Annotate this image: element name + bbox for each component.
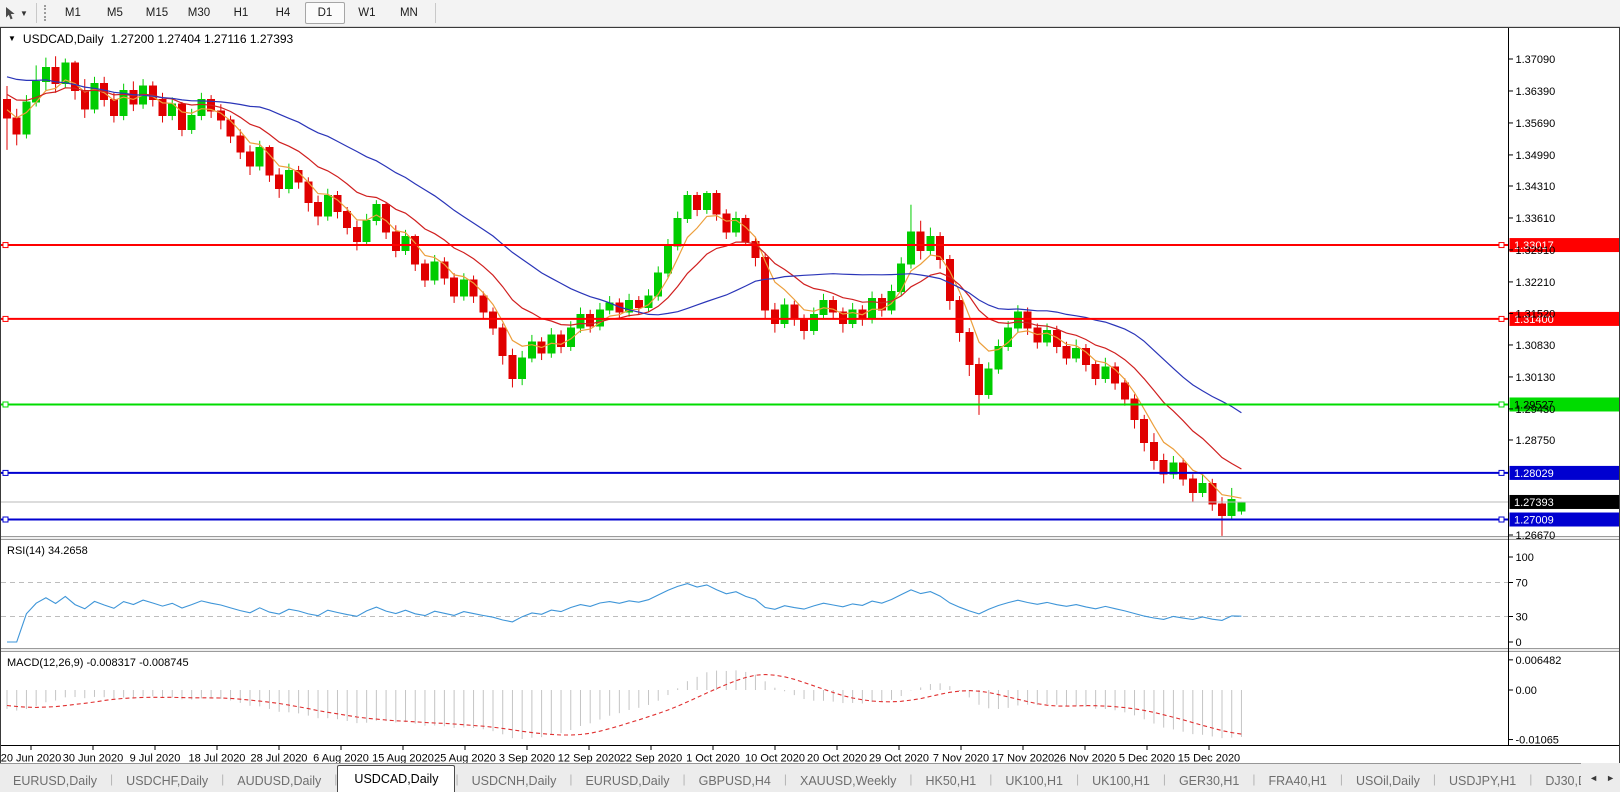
line-handle[interactable] <box>2 242 9 249</box>
horizontal-line-1.33017[interactable]: 1.33017 <box>1 238 1619 253</box>
svg-text:1.32910: 1.32910 <box>1516 245 1556 257</box>
chart-tab-hk50-8[interactable]: HK50,H1 <box>912 769 989 792</box>
horizontal-line-1.27009[interactable]: 1.27009 <box>1 512 1619 527</box>
cursor-tool-dropdown-icon[interactable]: ▼ <box>20 9 28 18</box>
line-handle[interactable] <box>1498 516 1505 523</box>
toolbar-separator <box>35 3 37 23</box>
svg-text:1.36390: 1.36390 <box>1516 86 1556 98</box>
candles-layer <box>3 56 1246 536</box>
rsi-line <box>7 583 1242 643</box>
svg-text:1.28029: 1.28029 <box>1514 468 1554 480</box>
svg-text:70: 70 <box>1516 578 1528 590</box>
line-handle[interactable] <box>2 469 9 476</box>
svg-text:30: 30 <box>1516 612 1528 624</box>
line-handle[interactable] <box>1498 315 1505 322</box>
timeframe-button-m5[interactable]: M5 <box>95 2 135 24</box>
svg-text:1.34310: 1.34310 <box>1516 181 1556 193</box>
chart-tabs-bar: EURUSD,Daily | USDCHF,Daily | AUDUSD,Daily | U… <box>0 763 1620 792</box>
svg-text:1.27009: 1.27009 <box>1514 515 1554 527</box>
chart-tab-usdcnh-4[interactable]: USDCNH,Daily <box>459 769 570 792</box>
svg-text:0: 0 <box>1516 637 1522 649</box>
line-handle[interactable] <box>1498 469 1505 476</box>
chart-canvas[interactable]: 1.330171.314001.295271.280291.270091.273… <box>1 28 1619 764</box>
chart-window: 1.33017 1.31400 1.29527 1.28029 1.27009 1.273… <box>0 27 1620 765</box>
chart-tab-uk100-10[interactable]: UK100,H1 <box>1079 769 1163 792</box>
svg-text:1.30130: 1.30130 <box>1516 372 1556 384</box>
current-price-tag-text: 1.27393 <box>1514 497 1554 509</box>
macd-signal-line <box>6 673 1242 736</box>
svg-text:1.28750: 1.28750 <box>1516 435 1556 447</box>
chart-tab-usoil-13[interactable]: USOil,Daily <box>1343 769 1433 792</box>
timeframe-toolbar: ▼ M1 M5 M15 M30 H1 H4 D1 W1 MN <box>0 0 1620 27</box>
line-handle[interactable] <box>1498 401 1505 408</box>
timeframe-button-d1[interactable]: D1 <box>304 2 345 24</box>
symbol-dropdown-icon[interactable]: ▼ <box>8 34 16 43</box>
macd-indicator-label: MACD(12,26,9) -0.008317 -0.008745 <box>7 657 189 669</box>
svg-text:1.30830: 1.30830 <box>1516 340 1556 352</box>
ma-mid-line <box>6 87 1242 470</box>
svg-text:0.006482: 0.006482 <box>1516 655 1562 667</box>
line-handle[interactable] <box>1498 242 1505 249</box>
chart-tab-eurusd-0[interactable]: EURUSD,Daily <box>0 769 110 792</box>
tab-scroll-left-icon[interactable]: ◄ <box>1589 773 1598 783</box>
chart-tab-usdjpy-14[interactable]: USDJPY,H1 <box>1436 769 1529 792</box>
macd-axis-labels: 0.006482 0.00 -0.01065 <box>1508 655 1562 747</box>
svg-text:1.34990: 1.34990 <box>1516 150 1556 162</box>
rsi-indicator-label: RSI(14) 34.2658 <box>7 545 88 557</box>
horizontal-line-1.29527[interactable]: 1.29527 <box>1 397 1619 412</box>
tab-scroll-controls: ◄ ► <box>1581 763 1620 792</box>
line-handle[interactable] <box>2 516 9 523</box>
toolbar-grip <box>43 5 46 21</box>
tab-scroll-right-icon[interactable]: ► <box>1606 773 1615 783</box>
svg-text:-0.01065: -0.01065 <box>1516 735 1559 747</box>
svg-text:100: 100 <box>1516 552 1534 564</box>
date-axis-labels: 20 Jun 2020 30 Jun 2020 9 Jul 2020 18 Jul 2… <box>1 745 1240 764</box>
timeframe-button-w1[interactable]: W1 <box>347 2 387 24</box>
svg-text:1.37090: 1.37090 <box>1516 54 1556 66</box>
timeframe-button-h1[interactable]: H1 <box>221 2 261 24</box>
chart-tab-uk100-9[interactable]: UK100,H1 <box>992 769 1076 792</box>
timeframe-button-m1[interactable]: M1 <box>53 2 93 24</box>
svg-text:1.26670: 1.26670 <box>1516 530 1556 542</box>
timeframe-button-mn[interactable]: MN <box>389 2 429 24</box>
chart-tab-fra40-12[interactable]: FRA40,H1 <box>1256 769 1340 792</box>
svg-text:1.29430: 1.29430 <box>1516 404 1556 416</box>
chart-tab-ger30-11[interactable]: GER30,H1 <box>1166 769 1252 792</box>
svg-text:0.00: 0.00 <box>1516 685 1537 697</box>
toolbar-separator <box>434 3 436 23</box>
chart-title-symbol: USDCAD,Daily <box>22 32 104 46</box>
svg-text:1.33610: 1.33610 <box>1516 213 1556 225</box>
timeframe-button-h4[interactable]: H4 <box>263 2 303 24</box>
svg-text:1.35690: 1.35690 <box>1516 118 1556 130</box>
chart-tab-eurusd-5[interactable]: EURUSD,Daily <box>572 769 682 792</box>
horizontal-line-1.28029[interactable]: 1.28029 <box>1 465 1619 480</box>
line-handle[interactable] <box>2 401 9 408</box>
chart-tab-audusd-2[interactable]: AUDUSD,Daily <box>224 769 334 792</box>
chart-title: ▼ USDCAD,Daily 1.27200 1.27404 1.27116 1… <box>8 32 293 46</box>
chart-tab-usdchf-1[interactable]: USDCHF,Daily <box>113 769 221 792</box>
ma-fast-line <box>6 79 1242 499</box>
chart-title-ohlc: 1.27200 1.27404 1.27116 1.27393 <box>110 32 294 46</box>
timeframe-button-m30[interactable]: M30 <box>179 2 219 24</box>
chart-tab-usdcad-3[interactable]: USDCAD,Daily <box>337 765 456 792</box>
rsi-axis-labels: 100 70 30 0 <box>1508 552 1534 649</box>
line-handle[interactable] <box>2 315 9 322</box>
chart-tab-xauusd-7[interactable]: XAUUSD,Weekly <box>787 769 909 792</box>
macd-histogram <box>6 670 1242 739</box>
cursor-tool-icon[interactable] <box>3 6 17 21</box>
svg-text:1.31520: 1.31520 <box>1516 308 1556 320</box>
svg-text:1.32210: 1.32210 <box>1516 277 1556 289</box>
chart-tab-gbpusd-6[interactable]: GBPUSD,H4 <box>686 769 784 792</box>
timeframe-button-m15[interactable]: M15 <box>137 2 177 24</box>
